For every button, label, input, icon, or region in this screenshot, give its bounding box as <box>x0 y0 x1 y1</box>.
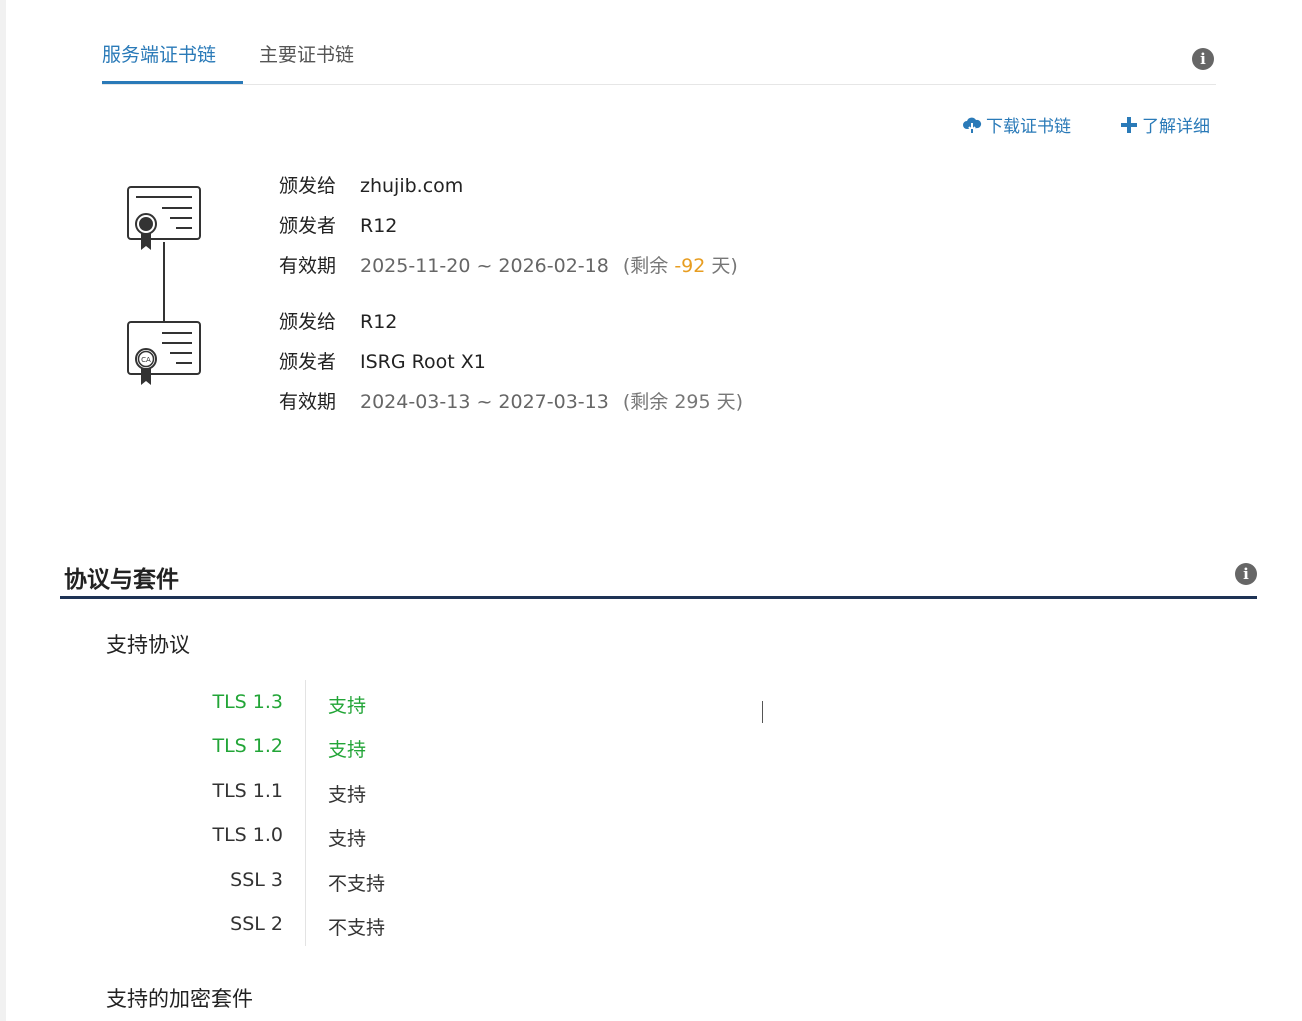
issued-to-label: 颁发给 <box>279 175 337 197</box>
download-chain-label: 下载证书链 <box>986 117 1071 137</box>
validity-label: 有效期 <box>279 391 337 413</box>
chain-connector <box>163 242 165 322</box>
issued-to-label: 颁发给 <box>279 311 337 333</box>
active-tab-indicator <box>102 81 243 84</box>
remaining-suffix: 天) <box>711 255 738 277</box>
supported-ciphers-title: 支持的加密套件 <box>106 987 253 1011</box>
cert2-validity-row: 有效期 2024-03-13 ~ 2027-03-13 (剩余 295 天) <box>279 387 743 414</box>
protocol-status: 支持 <box>328 784 367 806</box>
remaining-prefix: (剩余 <box>622 391 669 413</box>
download-chain-button[interactable]: 下载证书链 <box>962 112 1071 137</box>
section-divider <box>60 596 1257 599</box>
cert1-issuer-row: 颁发者 R12 <box>279 211 397 238</box>
protocol-name: SSL 3 <box>230 869 283 891</box>
svg-text:CA: CA <box>141 356 151 364</box>
supported-protocols-title: 支持协议 <box>106 633 190 657</box>
validity-dates: 2024-03-13 ~ 2027-03-13 <box>360 391 609 413</box>
remaining-days: (剩余 295 天) <box>623 391 743 413</box>
remaining-days-value: -92 <box>674 255 706 277</box>
section-title: 协议与套件 <box>64 567 179 593</box>
protocol-name: TLS 1.3 <box>212 691 283 713</box>
tab-main-chain[interactable]: 主要证书链 <box>259 40 354 67</box>
cert2-issuer-row: 颁发者 ISRG Root X1 <box>279 347 486 374</box>
issuer-label: 颁发者 <box>279 215 337 237</box>
issuer-value: R12 <box>360 215 398 237</box>
remaining-days-value: 295 <box>674 391 711 413</box>
protocol-name: SSL 2 <box>230 913 283 935</box>
protocol-status: 支持 <box>328 739 367 761</box>
ca-certificate-icon: CA <box>124 319 204 393</box>
tab-server-chain[interactable]: 服务端证书链 <box>102 40 216 67</box>
protocol-status: 不支持 <box>328 873 386 895</box>
plus-icon <box>1120 116 1138 134</box>
remaining-days: (剩余 -92 天) <box>623 255 738 277</box>
remaining-prefix: (剩余 <box>622 255 669 277</box>
validity-dates: 2025-11-20 ~ 2026-02-18 <box>360 255 609 277</box>
issued-to-value: R12 <box>360 311 398 333</box>
protocol-name: TLS 1.0 <box>212 824 283 846</box>
chain-tabs: 服务端证书链 主要证书链 <box>102 30 1216 85</box>
validity-label: 有效期 <box>279 255 337 277</box>
cloud-download-icon <box>962 116 982 134</box>
info-icon[interactable]: i <box>1192 48 1214 70</box>
cert2-issued-to-row: 颁发给 R12 <box>279 307 397 334</box>
issuer-label: 颁发者 <box>279 351 337 373</box>
protocol-table-divider <box>305 680 306 946</box>
remaining-suffix: 天) <box>716 391 744 413</box>
issuer-value: ISRG Root X1 <box>360 351 486 373</box>
info-icon[interactable]: i <box>1235 563 1257 585</box>
protocol-name: TLS 1.1 <box>212 780 283 802</box>
learn-more-button[interactable]: 了解详细 <box>1120 112 1210 137</box>
protocol-status: 支持 <box>328 695 367 717</box>
learn-more-label: 了解详细 <box>1142 117 1210 137</box>
protocol-status: 不支持 <box>328 917 386 939</box>
cert1-issued-to-row: 颁发给 zhujib.com <box>279 171 463 198</box>
protocol-status: 支持 <box>328 828 367 850</box>
protocol-name: TLS 1.2 <box>212 735 283 757</box>
issued-to-value: zhujib.com <box>360 175 464 197</box>
cert1-validity-row: 有效期 2025-11-20 ~ 2026-02-18 (剩余 -92 天) <box>279 251 738 278</box>
left-gutter <box>0 0 6 1021</box>
text-cursor <box>762 701 763 723</box>
